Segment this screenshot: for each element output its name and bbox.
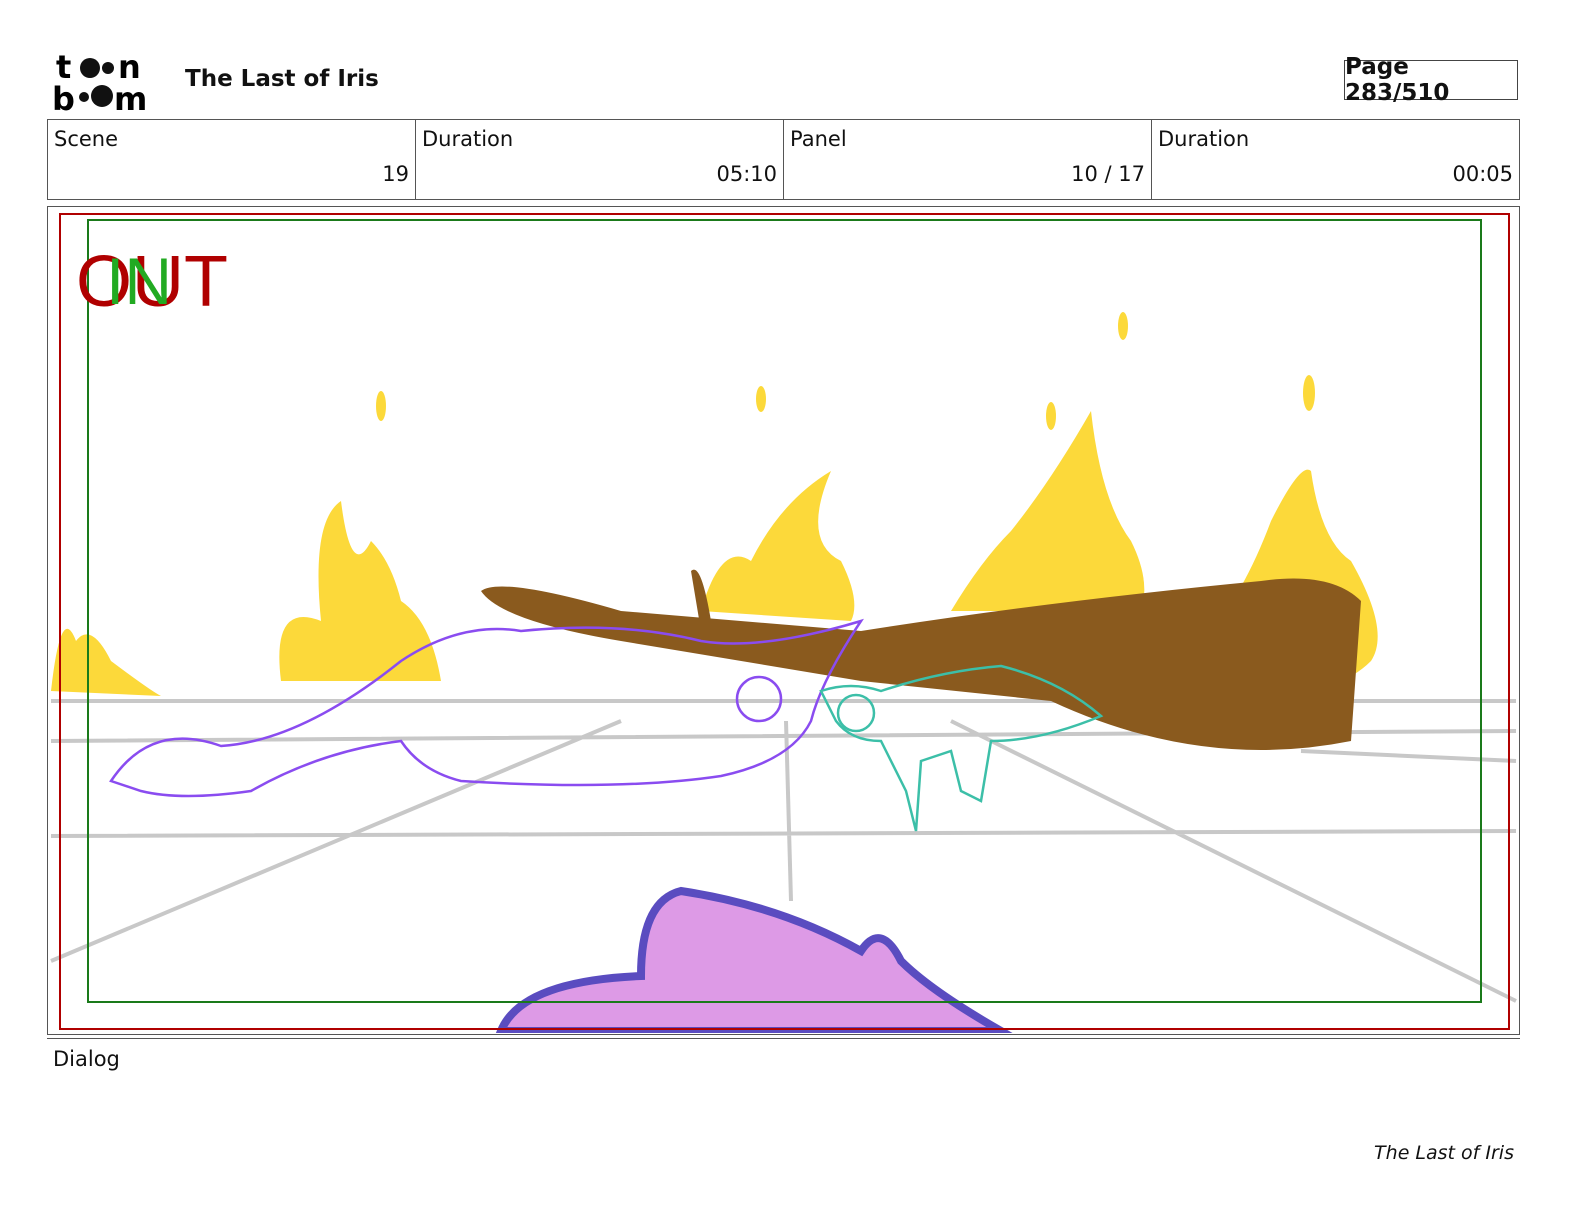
in-marker: IN: [106, 244, 172, 318]
page-number: Page 283/510: [1344, 54, 1518, 106]
divider: [47, 1038, 1520, 1039]
storyboard-drawing: OUT IN: [50, 213, 1517, 1034]
scene-duration-label: Duration: [422, 127, 514, 151]
panel-info-table: Scene 19 Duration 05:10 Panel 10 / 17 Durat…: [47, 119, 1520, 200]
scene-cell: Scene 19: [48, 120, 416, 199]
panel-value: 10 / 17: [1071, 162, 1145, 186]
scene-value: 19: [382, 162, 409, 186]
panel-image: OUT IN: [47, 206, 1520, 1035]
footer-title: The Last of Iris: [1374, 1142, 1514, 1164]
project-title: The Last of Iris: [185, 66, 379, 92]
toon-boom-logo: t n b m: [52, 50, 147, 112]
panel-duration-value: 00:05: [1452, 162, 1513, 186]
svg-text:m: m: [114, 80, 147, 112]
svg-text:b: b: [52, 80, 75, 112]
panel-cell: Panel 10 / 17: [784, 120, 1152, 199]
panel-duration-cell: Duration 00:05: [1152, 120, 1519, 199]
scene-label: Scene: [54, 127, 119, 151]
dialog-label: Dialog: [53, 1047, 120, 1071]
scene-duration-cell: Duration 05:10: [416, 120, 784, 199]
foreground-tail: [495, 886, 1015, 1034]
panel-duration-label: Duration: [1158, 127, 1250, 151]
scene-duration-value: 05:10: [716, 162, 777, 186]
panel-label: Panel: [790, 127, 847, 151]
